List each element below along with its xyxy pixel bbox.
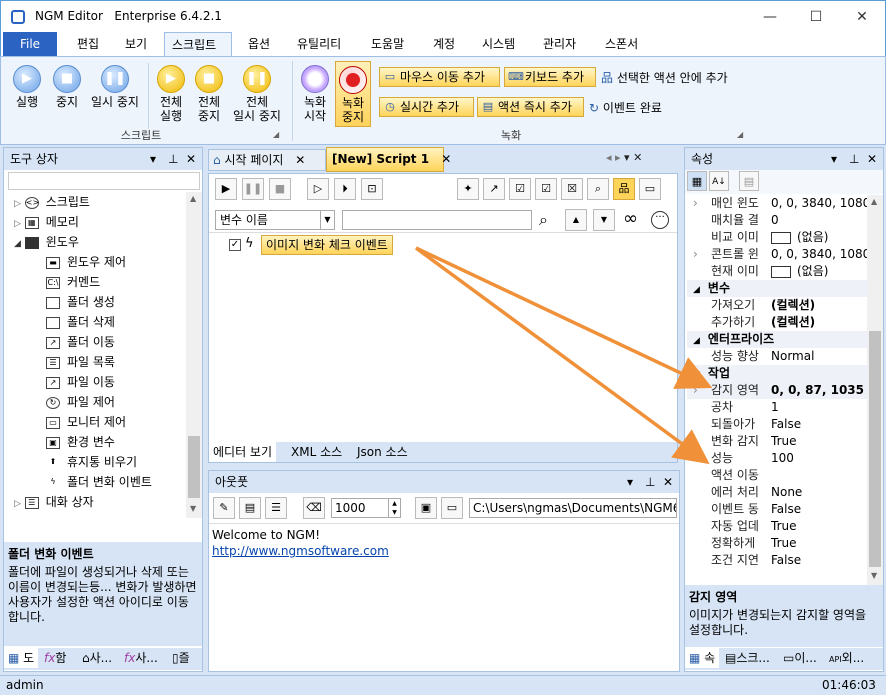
annotation-arrows	[414, 246, 713, 465]
status-time: 01:46:03	[822, 678, 876, 692]
arrow-to-performance	[414, 246, 710, 465]
status-user: admin	[6, 678, 44, 692]
arrow-to-detect-area	[415, 246, 713, 389]
status-bar: admin 01:46:03	[0, 675, 886, 695]
